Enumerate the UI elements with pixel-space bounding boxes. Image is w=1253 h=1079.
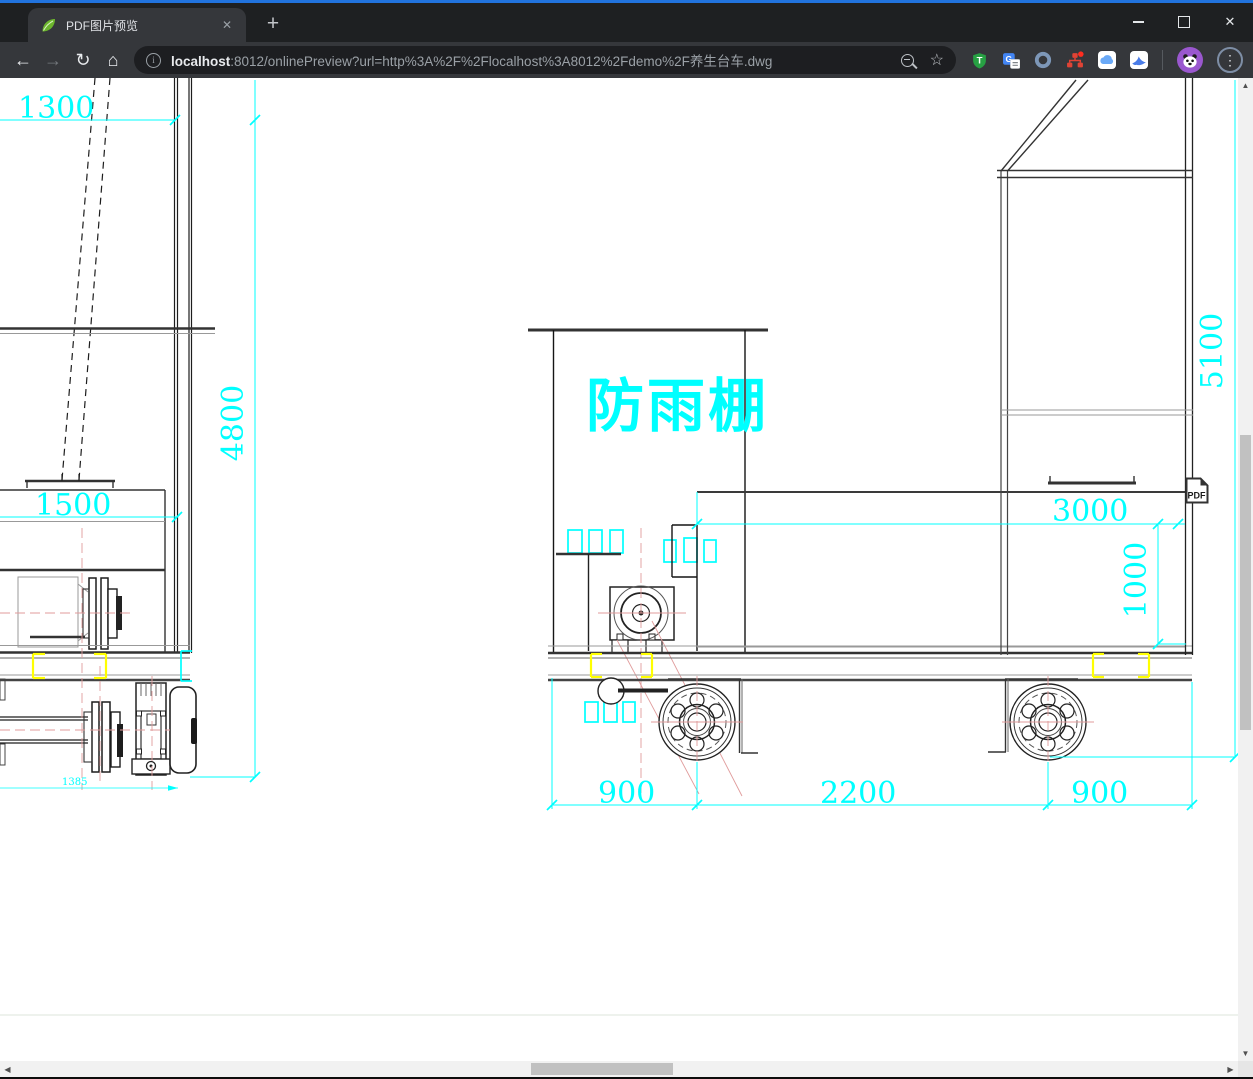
scroll-right-arrow[interactable]: ▶	[1223, 1061, 1238, 1077]
pdf-export-button[interactable]: PDF	[1184, 477, 1210, 504]
pdf-button-label: PDF	[1188, 491, 1207, 501]
bookmark-star-icon[interactable]: ☆	[930, 50, 944, 70]
window-controls: ✕	[1115, 3, 1253, 41]
dim-2200: 2200	[820, 776, 896, 811]
left-view	[0, 78, 215, 790]
org-chart-extension-icon[interactable]	[1066, 51, 1084, 69]
dim-4800: 4800	[216, 385, 251, 461]
home-button[interactable]: ⌂	[98, 45, 128, 75]
dim-900-left: 900	[598, 776, 655, 811]
forward-button[interactable]: →	[38, 45, 68, 75]
dim-1300: 1300	[18, 91, 94, 126]
browser-toolbar: ← → ↻ ⌂ i localhost:8012/onlinePreview?u…	[0, 42, 1253, 78]
ring-extension-icon[interactable]	[1034, 51, 1052, 69]
url-host: localhost	[171, 54, 231, 69]
vertical-scrollbar[interactable]: ▲ ▼	[1238, 78, 1253, 1061]
kebab-menu-icon: ⋮	[1223, 51, 1237, 68]
new-tab-button[interactable]: +	[258, 9, 288, 39]
close-window-button[interactable]: ✕	[1207, 3, 1253, 41]
svg-text:T: T	[976, 55, 982, 66]
back-button[interactable]: ←	[8, 45, 38, 75]
url-path: :8012/onlinePreview?url=http%3A%2F%2Floc…	[230, 54, 773, 69]
cloud-extension-icon[interactable]	[1098, 51, 1116, 69]
reload-button[interactable]: ↻	[68, 45, 98, 75]
browser-tab[interactable]: PDF图片预览 ✕	[28, 8, 246, 42]
horizontal-scrollbar[interactable]: ◀ ▶	[0, 1061, 1238, 1077]
horizontal-scrollbar-thumb[interactable]	[531, 1063, 673, 1075]
translate-extension-icon[interactable]: G	[1002, 51, 1020, 69]
window-top-accent	[0, 0, 1253, 3]
motor-unit	[598, 528, 743, 797]
zoom-out-icon[interactable]	[900, 53, 914, 67]
dim-3000: 3000	[1052, 494, 1128, 529]
tab-strip: PDF图片预览 ✕ + ✕	[0, 0, 1253, 42]
vertical-scrollbar-thumb[interactable]	[1240, 435, 1251, 730]
tab-close-icon[interactable]: ✕	[218, 18, 236, 32]
scrollbar-corner	[1238, 1061, 1253, 1077]
page-info-icon[interactable]: i	[146, 52, 161, 68]
bird-extension-icon[interactable]	[1130, 51, 1148, 69]
scroll-up-arrow[interactable]: ▲	[1238, 78, 1253, 93]
browser-window: PDF图片预览 ✕ + ✕ ← → ↻ ⌂ i localhost:8012/o…	[0, 0, 1253, 1079]
right-frame-structure	[997, 78, 1194, 655]
dim-1000: 1000	[1119, 542, 1154, 618]
toolbar-separator	[1162, 50, 1163, 70]
tab-title: PDF图片预览	[66, 18, 139, 33]
dim-1385: 1385	[62, 777, 87, 788]
dim-900-right: 900	[1071, 776, 1128, 811]
dwg-preview-canvas: 1300 4800 1500 1385 900 2200 900 3000 10…	[0, 78, 1253, 1061]
browser-menu-button[interactable]: ⋮	[1217, 47, 1243, 73]
axle-assembly	[0, 528, 197, 790]
shield-extension-icon[interactable]: T	[970, 51, 988, 69]
scroll-down-arrow[interactable]: ▼	[1238, 1046, 1253, 1061]
maximize-icon	[1178, 16, 1190, 28]
cyan-clamp-mark-left	[180, 650, 192, 682]
scroll-left-arrow[interactable]: ◀	[0, 1061, 15, 1077]
minimize-button[interactable]	[1115, 3, 1161, 41]
maximize-button[interactable]	[1161, 3, 1207, 41]
dim-1500: 1500	[35, 488, 111, 523]
cad-drawing: 1300 4800 1500 1385 900 2200 900 3000 10…	[0, 78, 1241, 1016]
profile-avatar[interactable]	[1177, 47, 1203, 73]
right-wheel	[988, 676, 1094, 766]
minimize-icon	[1132, 21, 1144, 23]
address-bar[interactable]: i localhost:8012/onlinePreview?url=http%…	[134, 46, 956, 74]
dim-5100: 5100	[1195, 313, 1230, 389]
extension-row: T G ⋮	[970, 47, 1245, 73]
spring-leaf-favicon	[42, 18, 55, 31]
url-text[interactable]: localhost:8012/onlinePreview?url=http%3A…	[171, 50, 901, 70]
shelter-label: 防雨棚	[586, 372, 769, 440]
